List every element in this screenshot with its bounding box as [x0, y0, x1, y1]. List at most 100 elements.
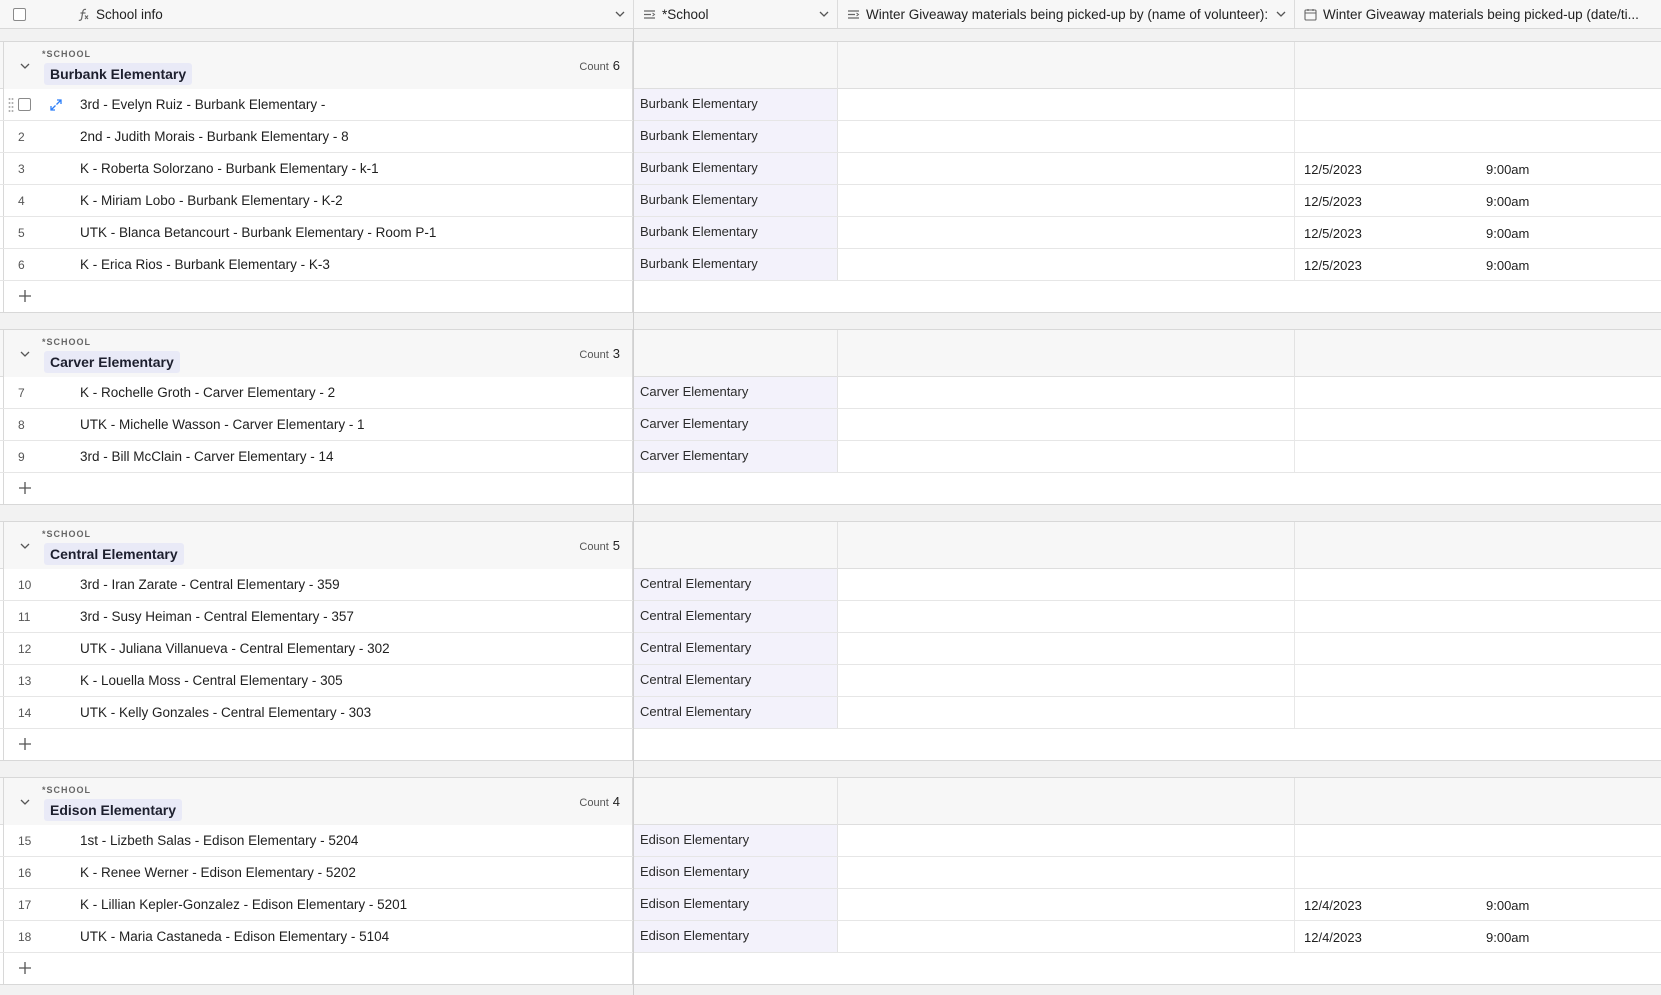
volunteer-cell[interactable]	[838, 121, 1295, 152]
school-cell[interactable]: Burbank Elementary	[634, 121, 838, 152]
pickup-datetime-cell[interactable]	[1295, 441, 1661, 472]
expand-record-icon[interactable]	[49, 98, 63, 112]
volunteer-cell[interactable]	[838, 601, 1295, 632]
school-cell[interactable]: Edison Elementary	[634, 921, 838, 952]
add-record-row[interactable]	[0, 473, 1661, 505]
volunteer-cell[interactable]	[838, 825, 1295, 856]
pickup-datetime-cell[interactable]	[1295, 857, 1661, 888]
pickup-datetime-cell[interactable]: 12/5/2023 9:00am	[1295, 185, 1661, 216]
chevron-down-icon[interactable]	[19, 60, 31, 72]
primary-cell[interactable]: 5 UTK - Blanca Betancourt - Burbank Elem…	[3, 217, 633, 248]
school-cell[interactable]: Carver Elementary	[634, 377, 838, 408]
school-cell[interactable]: Burbank Elementary	[634, 249, 838, 280]
primary-cell[interactable]: 2 2nd - Judith Morais - Burbank Elementa…	[3, 121, 633, 152]
pickup-datetime-cell[interactable]	[1295, 409, 1661, 440]
primary-cell[interactable]: 17 K - Lillian Kepler-Gonzalez - Edison …	[3, 889, 633, 920]
volunteer-cell[interactable]	[838, 697, 1295, 728]
primary-cell[interactable]: 6 K - Erica Rios - Burbank Elementary - …	[3, 249, 633, 280]
volunteer-cell[interactable]	[838, 217, 1295, 248]
chevron-down-icon[interactable]	[19, 796, 31, 808]
volunteer-cell[interactable]	[838, 569, 1295, 600]
table-row[interactable]: 15 1st - Lizbeth Salas - Edison Elementa…	[0, 825, 1661, 857]
table-row[interactable]: 8 UTK - Michelle Wasson - Carver Element…	[0, 409, 1661, 441]
volunteer-cell[interactable]	[838, 921, 1295, 952]
add-record-row[interactable]	[0, 953, 1661, 985]
pickup-datetime-cell[interactable]	[1295, 633, 1661, 664]
school-cell[interactable]: Carver Elementary	[634, 441, 838, 472]
primary-cell[interactable]: 14 UTK - Kelly Gonzales - Central Elemen…	[3, 697, 633, 728]
add-record-row[interactable]	[0, 281, 1661, 313]
table-row[interactable]: 13 K - Louella Moss - Central Elementary…	[0, 665, 1661, 697]
plus-icon[interactable]	[18, 481, 32, 495]
table-row[interactable]: 14 UTK - Kelly Gonzales - Central Elemen…	[0, 697, 1661, 729]
table-row[interactable]: 3rd - Evelyn Ruiz - Burbank Elementary -…	[0, 89, 1661, 121]
pickup-datetime-cell[interactable]	[1295, 569, 1661, 600]
school-cell[interactable]: Burbank Elementary	[634, 153, 838, 184]
pickup-datetime-cell[interactable]	[1295, 377, 1661, 408]
primary-cell[interactable]: 12 UTK - Juliana Villanueva - Central El…	[3, 633, 633, 664]
primary-cell[interactable]: 8 UTK - Michelle Wasson - Carver Element…	[3, 409, 633, 440]
table-row[interactable]: 11 3rd - Susy Heiman - Central Elementar…	[0, 601, 1661, 633]
pickup-datetime-cell[interactable]	[1295, 601, 1661, 632]
table-row[interactable]: 3 K - Roberta Solorzano - Burbank Elemen…	[0, 153, 1661, 185]
primary-cell[interactable]: 13 K - Louella Moss - Central Elementary…	[3, 665, 633, 696]
school-cell[interactable]: Edison Elementary	[634, 825, 838, 856]
primary-cell[interactable]: 9 3rd - Bill McClain - Carver Elementary…	[3, 441, 633, 472]
volunteer-cell[interactable]	[838, 441, 1295, 472]
chevron-down-icon[interactable]	[615, 9, 625, 19]
volunteer-cell[interactable]	[838, 857, 1295, 888]
plus-icon[interactable]	[18, 737, 32, 751]
primary-cell[interactable]: 4 K - Miriam Lobo - Burbank Elementary -…	[3, 185, 633, 216]
volunteer-cell[interactable]	[838, 665, 1295, 696]
school-cell[interactable]: Central Elementary	[634, 569, 838, 600]
primary-cell[interactable]: 16 K - Renee Werner - Edison Elementary …	[3, 857, 633, 888]
group-header[interactable]: *SCHOOL Carver Elementary Count 3	[0, 329, 1661, 377]
school-cell[interactable]: Edison Elementary	[634, 889, 838, 920]
add-record-cell[interactable]	[3, 729, 633, 760]
school-cell[interactable]: Burbank Elementary	[634, 185, 838, 216]
table-row[interactable]: 6 K - Erica Rios - Burbank Elementary - …	[0, 249, 1661, 281]
pickup-datetime-cell[interactable]: 12/5/2023 9:00am	[1295, 249, 1661, 280]
primary-cell[interactable]: 15 1st - Lizbeth Salas - Edison Elementa…	[3, 825, 633, 856]
chevron-down-icon[interactable]	[1276, 9, 1286, 19]
primary-cell[interactable]: 18 UTK - Maria Castaneda - Edison Elemen…	[3, 921, 633, 952]
primary-cell[interactable]: 10 3rd - Iran Zarate - Central Elementar…	[3, 569, 633, 600]
pickup-datetime-cell[interactable]: 12/5/2023 9:00am	[1295, 153, 1661, 184]
table-row[interactable]: 7 K - Rochelle Groth - Carver Elementary…	[0, 377, 1661, 409]
volunteer-cell[interactable]	[838, 249, 1295, 280]
column-header-school[interactable]: *School	[634, 0, 838, 28]
add-record-cell[interactable]	[3, 953, 633, 984]
table-row[interactable]: 16 K - Renee Werner - Edison Elementary …	[0, 857, 1661, 889]
row-checkbox[interactable]	[18, 98, 31, 111]
school-cell[interactable]: Central Elementary	[634, 665, 838, 696]
volunteer-cell[interactable]	[838, 185, 1295, 216]
table-row[interactable]: 10 3rd - Iran Zarate - Central Elementar…	[0, 569, 1661, 601]
column-header-pickup-datetime[interactable]: Winter Giveaway materials being picked-u…	[1295, 0, 1661, 28]
column-header-volunteer[interactable]: Winter Giveaway materials being picked-u…	[838, 0, 1295, 28]
chevron-down-icon[interactable]	[19, 540, 31, 552]
add-record-row[interactable]	[0, 729, 1661, 761]
chevron-down-icon[interactable]	[819, 9, 829, 19]
group-header[interactable]: *SCHOOL Burbank Elementary Count 6	[0, 41, 1661, 89]
pickup-datetime-cell[interactable]	[1295, 697, 1661, 728]
add-record-cell[interactable]	[3, 473, 633, 504]
school-cell[interactable]: Carver Elementary	[634, 409, 838, 440]
primary-cell[interactable]: 7 K - Rochelle Groth - Carver Elementary…	[3, 377, 633, 408]
add-record-cell[interactable]	[3, 281, 633, 312]
select-all-checkbox[interactable]	[13, 7, 26, 21]
school-cell[interactable]: Central Elementary	[634, 633, 838, 664]
primary-cell[interactable]: 11 3rd - Susy Heiman - Central Elementar…	[3, 601, 633, 632]
pickup-datetime-cell[interactable]	[1295, 665, 1661, 696]
pickup-datetime-cell[interactable]	[1295, 825, 1661, 856]
school-cell[interactable]: Burbank Elementary	[634, 217, 838, 248]
plus-icon[interactable]	[18, 961, 32, 975]
table-row[interactable]: 12 UTK - Juliana Villanueva - Central El…	[0, 633, 1661, 665]
table-row[interactable]: 2 2nd - Judith Morais - Burbank Elementa…	[0, 121, 1661, 153]
table-row[interactable]: 9 3rd - Bill McClain - Carver Elementary…	[0, 441, 1661, 473]
pickup-datetime-cell[interactable]: 12/4/2023 9:00am	[1295, 921, 1661, 952]
primary-cell[interactable]: 3 K - Roberta Solorzano - Burbank Elemen…	[3, 153, 633, 184]
school-cell[interactable]: Burbank Elementary	[634, 89, 838, 120]
group-header[interactable]: *SCHOOL Edison Elementary Count 4	[0, 777, 1661, 825]
school-cell[interactable]: Central Elementary	[634, 697, 838, 728]
pickup-datetime-cell[interactable]: 12/4/2023 9:00am	[1295, 889, 1661, 920]
